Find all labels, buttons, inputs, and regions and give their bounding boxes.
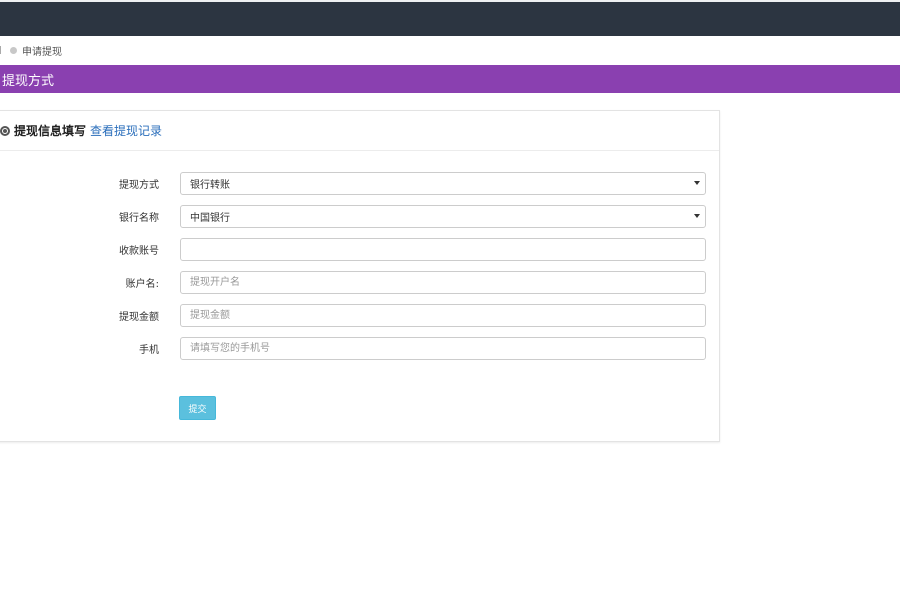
form-row-holder: 账户名: bbox=[0, 270, 721, 294]
view-records-link[interactable]: 查看提现记录 bbox=[90, 122, 162, 139]
form-row-bank: 银行名称 中国银行 bbox=[0, 204, 721, 228]
phone-label: 手机 bbox=[139, 344, 159, 356]
bank-select[interactable]: 中国银行 bbox=[180, 204, 706, 228]
breadcrumb-current[interactable]: 申请提现 bbox=[22, 43, 62, 58]
gear-icon bbox=[0, 125, 10, 136]
caret-down-icon bbox=[694, 180, 700, 185]
top-navbar bbox=[0, 0, 900, 36]
breadcrumb: 申请提现 bbox=[0, 36, 900, 64]
withdraw-panel: 提现信息填写 查看提现记录 提现方式 银行转账 银行名称 中国银行 收款账号 账… bbox=[0, 110, 720, 442]
section-header: 提现方式 bbox=[0, 65, 900, 93]
form-row-account: 收款账号 bbox=[0, 237, 721, 261]
breadcrumb-dot-icon bbox=[10, 46, 17, 54]
holder-label: 账户名: bbox=[125, 278, 159, 290]
form-row-phone: 手机 bbox=[0, 336, 721, 360]
bank-selected-value: 中国银行 bbox=[190, 212, 230, 224]
form-row-amount: 提现金额 bbox=[0, 303, 721, 327]
amount-label: 提现金额 bbox=[119, 311, 159, 323]
caret-down-icon bbox=[694, 213, 700, 218]
account-label: 收款账号 bbox=[119, 245, 159, 257]
form-row-method: 提现方式 银行转账 bbox=[0, 171, 721, 195]
method-select[interactable]: 银行转账 bbox=[180, 171, 706, 195]
method-label: 提现方式 bbox=[119, 179, 159, 191]
section-title: 提现方式 bbox=[2, 73, 55, 89]
breadcrumb-separator bbox=[0, 46, 6, 54]
submit-button[interactable]: 提交 bbox=[179, 396, 216, 420]
panel-title: 提现信息填写 bbox=[14, 124, 87, 138]
method-selected-value: 银行转账 bbox=[190, 179, 230, 191]
holder-input[interactable] bbox=[180, 270, 706, 294]
phone-input[interactable] bbox=[180, 336, 706, 360]
account-input[interactable] bbox=[180, 237, 706, 261]
amount-input[interactable] bbox=[180, 303, 706, 327]
panel-header: 提现信息填写 查看提现记录 bbox=[0, 111, 719, 151]
bank-label: 银行名称 bbox=[119, 212, 159, 224]
